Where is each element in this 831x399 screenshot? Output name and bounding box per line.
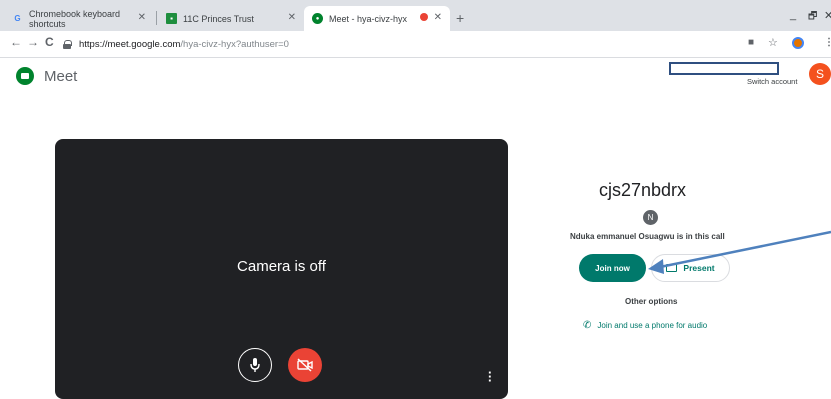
camera-off-icon [297,358,313,372]
close-tab-icon[interactable]: ✕ [138,12,146,23]
url-path: /hya-civz-hyx?authuser=0 [180,39,289,50]
in-call-text: Nduka emmanuel Osuagwu is in this call [570,232,725,241]
account-avatar[interactable]: S [809,63,831,85]
back-icon[interactable]: ← [10,35,22,49]
present-button[interactable]: Present [651,254,730,282]
lock-icon [63,40,72,49]
camera-toggle-button[interactable] [288,348,322,382]
phone-icon: ✆ [583,320,592,331]
tab-title: Chromebook keyboard shortcuts [29,8,121,29]
google-g-icon: G [14,14,21,23]
tab-meet[interactable]: ● Meet - hya-civz-hyx ✕ [304,6,450,31]
tab-chromebook-shortcuts[interactable]: G Chromebook keyboard shortcuts ✕ [4,6,154,31]
phone-label: Join and use a phone for audio [597,321,708,330]
camera-status: Camera is off [237,258,326,275]
profile-icon[interactable] [792,37,804,49]
url-host: https://meet.google.com [79,39,181,50]
address-bar[interactable]: https://meet.google.com/hya-civz-hyx?aut… [63,35,733,54]
video-preview: Camera is off · · · [55,139,508,399]
account-annotation-box [669,62,779,75]
app-name: Meet [44,68,78,85]
microphone-icon [250,358,260,372]
minimize-icon[interactable]: _ [790,9,796,21]
tab-princes-trust[interactable]: ▪ 11C Princes Trust ✕ [158,6,304,31]
more-options-icon[interactable]: · · · [488,366,492,387]
tab-title: Meet - hya-civz-hyx [329,13,408,24]
forward-icon[interactable]: → [27,35,39,49]
camera-icon[interactable]: ■ [748,37,754,48]
new-tab-button[interactable]: + [456,10,464,26]
classroom-icon: ▪ [166,13,177,24]
reload-icon[interactable]: C [45,35,54,49]
tab-separator [156,11,157,25]
microphone-button[interactable] [238,348,272,382]
browser-toolbar: ← → C https://meet.google.com/hya-civz-h… [0,31,831,58]
tab-title: 11C Princes Trust [183,13,254,24]
tab-strip: G Chromebook keyboard shortcuts ✕ ▪ 11C … [0,0,831,31]
menu-icon[interactable]: ⋮ [824,37,831,48]
close-tab-icon[interactable]: ✕ [434,12,442,23]
present-label: Present [683,263,715,273]
recording-dot-icon [420,13,428,21]
meet-logo-icon [16,67,34,85]
meeting-code: cjs27nbdrx [599,180,687,200]
close-tab-icon[interactable]: ✕ [288,12,296,23]
switch-account-link[interactable]: Switch account [747,77,797,86]
restore-icon[interactable]: 🗗 [808,9,817,26]
join-now-button[interactable]: Join now [579,254,646,282]
participant-avatar: N [643,210,658,225]
meet-header: Meet Switch account S [0,58,831,96]
bookmark-star-icon[interactable]: ☆ [768,36,778,49]
other-options-label: Other options [625,297,678,306]
present-screen-icon [666,264,678,272]
close-window-icon[interactable]: ✕ [824,9,831,22]
join-by-phone-link[interactable]: ✆ Join and use a phone for audio [583,320,707,331]
meet-icon: ● [312,13,323,24]
